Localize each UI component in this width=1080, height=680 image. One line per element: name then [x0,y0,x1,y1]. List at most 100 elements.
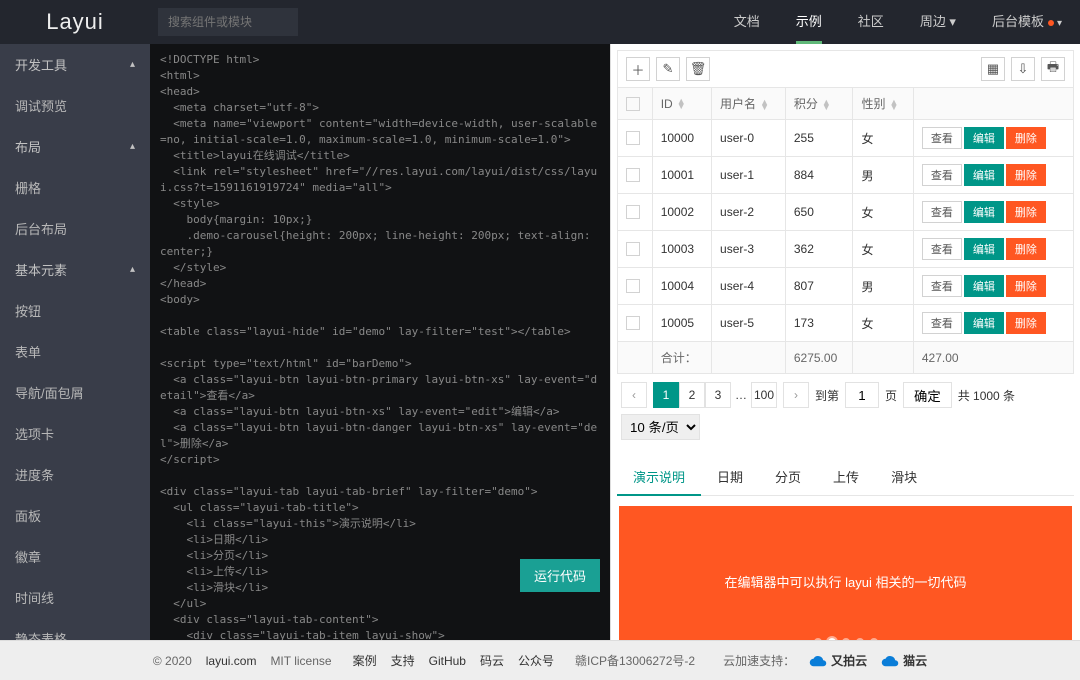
collapse-icon: ▴ [130,264,135,275]
toolbar-add-button[interactable]: ＋ [626,57,650,81]
sidebar-item[interactable]: 调试预览 [0,85,150,126]
tab[interactable]: 滑块 [875,458,933,495]
checkbox[interactable] [626,97,640,111]
page-prev-button[interactable]: ‹ [621,382,647,408]
topnav-item[interactable]: 社区 [840,0,902,44]
tab[interactable]: 日期 [701,458,759,495]
view-button[interactable]: 查看 [922,312,962,334]
sidebar[interactable]: 开发工具▴调试预览布局▴栅格后台布局基本元素▴按钮表单导航/面包屑选项卡进度条面… [0,44,150,640]
sort-icon[interactable]: ▲▼ [760,100,769,110]
edit-button[interactable]: 编辑 [964,238,1004,260]
table-header-cell[interactable]: 用户名▲▼ [712,88,786,120]
tab[interactable]: 上传 [817,458,875,495]
sort-icon[interactable]: ▲▼ [822,100,831,110]
page-number[interactable]: 2 [679,382,705,408]
toolbar-print-button[interactable]: 🖶 [1041,57,1065,81]
sidebar-item[interactable]: 导航/面包屑 [0,372,150,413]
sort-icon[interactable]: ▲▼ [677,99,686,109]
sidebar-item[interactable]: 后台布局 [0,208,150,249]
collapse-icon: ▴ [130,141,135,152]
view-button[interactable]: 查看 [922,164,962,186]
preview-panel[interactable]: ＋ ✎ 🗑 ▦ ⇩ 🖶 ID▲▼用户名▲▼积分▲▼性别▲▼ 10000user-… [610,44,1080,640]
run-code-button[interactable]: 运行代码 [520,559,600,592]
del-button[interactable]: 删除 [1006,275,1046,297]
sponsor-maoyun-link[interactable]: 猫云 [881,652,927,670]
footer-link[interactable]: 码云 [480,654,504,668]
table-header-cell[interactable]: 积分▲▼ [785,88,853,120]
table-action-cell: 查看编辑删除 [913,194,1073,231]
footer-link[interactable]: GitHub [429,654,466,668]
del-button[interactable]: 删除 [1006,312,1046,334]
sidebar-item[interactable]: 面板 [0,495,150,536]
view-button[interactable]: 查看 [922,275,962,297]
del-button[interactable]: 删除 [1006,127,1046,149]
search-input[interactable] [158,8,298,36]
table-cell: 男 [853,268,913,305]
sidebar-item[interactable]: 栅格 [0,167,150,208]
code-content[interactable]: <!DOCTYPE html> <html> <head> <meta char… [150,44,610,640]
topnav-item[interactable]: 后台模板▾ [974,0,1080,44]
table-action-cell: 查看编辑删除 [913,157,1073,194]
sidebar-item[interactable]: 表单 [0,331,150,372]
chevron-down-icon: ▾ [1057,18,1062,29]
view-button[interactable]: 查看 [922,127,962,149]
page-number[interactable]: 3 [705,382,731,408]
topnav-item[interactable]: 示例 [778,0,840,44]
footer-link[interactable]: 公众号 [518,654,554,668]
page-confirm-button[interactable]: 确定 [903,382,952,408]
cloud-icon [809,652,827,670]
page-size-select[interactable]: 10 条/页 [621,414,700,440]
edit-button[interactable]: 编辑 [964,127,1004,149]
table-header-cell[interactable]: 性别▲▼ [853,88,913,120]
sidebar-item[interactable]: 时间线 [0,577,150,618]
sidebar-item[interactable]: 选项卡 [0,413,150,454]
pagination: ‹ 123…100 › 到第 页 确定 共 1000 条 10 条/页 [617,374,1074,448]
sidebar-category[interactable]: 基本元素▴ [0,249,150,290]
sidebar-item[interactable]: 进度条 [0,454,150,495]
toolbar-delete-button[interactable]: 🗑 [686,57,710,81]
carousel[interactable]: 在编辑器中可以执行 layui 相关的一切代码 [619,506,1072,640]
logo: Layui [0,9,150,35]
checkbox[interactable] [626,316,640,330]
page-word: 页 [885,387,897,404]
sidebar-category[interactable]: 开发工具▴ [0,44,150,85]
edit-button[interactable]: 编辑 [964,164,1004,186]
del-button[interactable]: 删除 [1006,164,1046,186]
checkbox[interactable] [626,279,640,293]
view-button[interactable]: 查看 [922,201,962,223]
sidebar-category[interactable]: 布局▴ [0,126,150,167]
edit-button[interactable]: 编辑 [964,312,1004,334]
sponsor-upyun-link[interactable]: 又拍云 [809,652,867,670]
table-header-cell[interactable]: ID▲▼ [652,88,711,120]
tab[interactable]: 分页 [759,458,817,495]
view-button[interactable]: 查看 [922,238,962,260]
toolbar-columns-button[interactable]: ▦ [981,57,1005,81]
table-cell: 10001 [652,157,711,194]
checkbox[interactable] [626,205,640,219]
tab[interactable]: 演示说明 [617,458,701,495]
carousel-dots[interactable] [814,638,878,640]
footer-site-link[interactable]: layui.com [206,654,257,668]
toolbar-edit-button[interactable]: ✎ [656,57,680,81]
sidebar-item[interactable]: 徽章 [0,536,150,577]
page-jump-input[interactable] [845,382,879,408]
topnav-item[interactable]: 文档 [716,0,778,44]
footer-link[interactable]: 支持 [391,654,415,668]
page-number[interactable]: 1 [653,382,679,408]
toolbar-export-button[interactable]: ⇩ [1011,57,1035,81]
sort-icon[interactable]: ▲▼ [889,100,898,110]
checkbox[interactable] [626,168,640,182]
checkbox[interactable] [626,131,640,145]
page-number[interactable]: 100 [751,382,777,408]
checkbox[interactable] [626,242,640,256]
sidebar-item[interactable]: 静态表格 [0,618,150,640]
del-button[interactable]: 删除 [1006,238,1046,260]
sidebar-item[interactable]: 按钮 [0,290,150,331]
topnav-item[interactable]: 周边 ▾ [902,0,974,44]
edit-button[interactable]: 编辑 [964,201,1004,223]
footer-link[interactable]: 案例 [353,654,377,668]
edit-button[interactable]: 编辑 [964,275,1004,297]
page-next-button[interactable]: › [783,382,809,408]
del-button[interactable]: 删除 [1006,201,1046,223]
table-row: 10005user-5173女查看编辑删除 [618,305,1074,342]
